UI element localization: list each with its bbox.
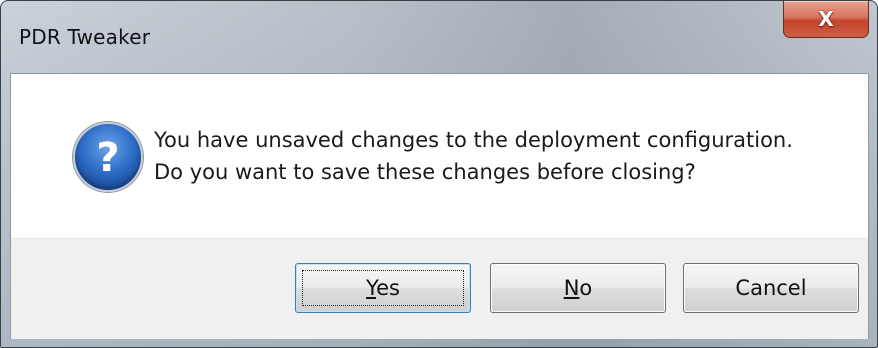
cancel-button[interactable]: Cancel (683, 263, 859, 313)
no-mnemonic: N (563, 276, 580, 300)
focus-rectangle (302, 270, 464, 306)
dialog-content: ? You have unsaved changes to the deploy… (10, 73, 869, 339)
title-bar[interactable]: PDR Tweaker X (1, 1, 877, 75)
message-line-1: You have unsaved changes to the deployme… (154, 128, 793, 152)
close-icon: X (818, 7, 834, 31)
no-button[interactable]: No (490, 263, 666, 313)
window-title: PDR Tweaker (19, 25, 151, 49)
dialog-window: PDR Tweaker X ? You have unsaved changes… (0, 0, 878, 348)
message-area: ? You have unsaved changes to the deploy… (11, 74, 868, 238)
message-text: You have unsaved changes to the deployme… (154, 124, 793, 188)
cancel-button-label: Cancel (735, 276, 807, 300)
no-button-label: No (564, 276, 593, 300)
message-line-2: Do you want to save these changes before… (154, 160, 696, 184)
yes-button[interactable]: Yes (295, 263, 471, 313)
close-button[interactable]: X (783, 1, 869, 38)
no-label-rest: o (579, 276, 593, 300)
question-icon-glyph: ? (96, 135, 120, 181)
button-area: Yes No Cancel (11, 238, 868, 339)
question-icon: ? (73, 122, 143, 192)
